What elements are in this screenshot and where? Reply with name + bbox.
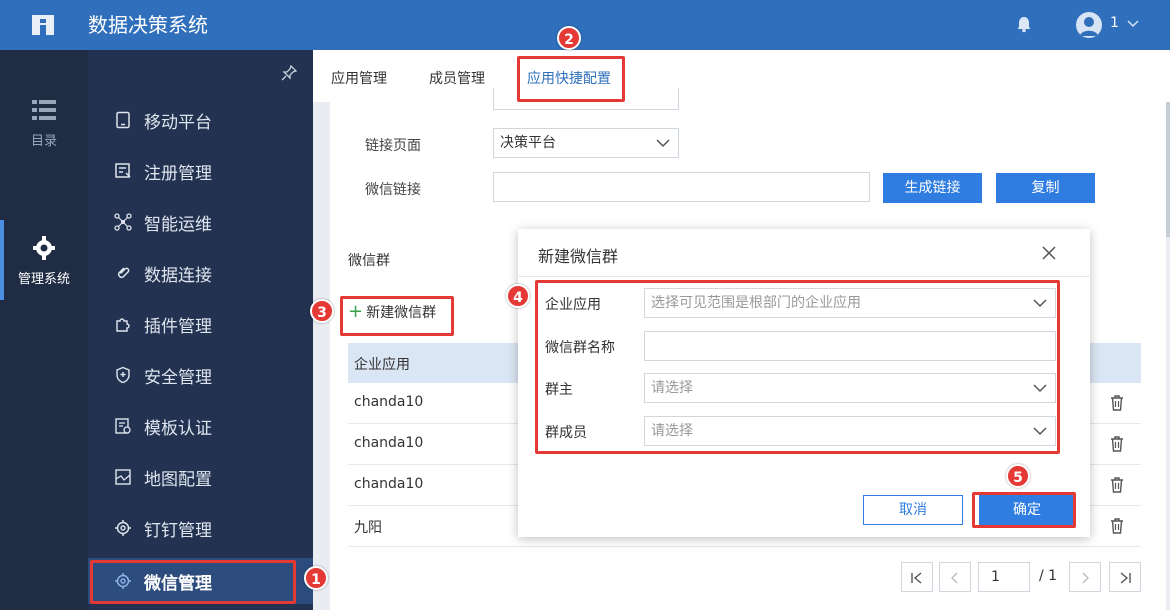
gear-icon	[115, 520, 131, 536]
first-page-button[interactable]	[901, 562, 933, 592]
sidebar-item-map-config[interactable]: 地图配置	[88, 454, 313, 500]
step-badge-5: 5	[1006, 464, 1030, 488]
current-page: 1	[991, 569, 1000, 585]
user-avatar-icon[interactable]	[1076, 12, 1102, 38]
sidebar-item-security[interactable]: 安全管理	[88, 352, 313, 398]
scrollbar[interactable]	[1166, 102, 1170, 237]
total-pages: / 1	[1039, 568, 1058, 584]
sidebar-item-dingtalk[interactable]: 钉钉管理	[88, 505, 313, 551]
trash-icon[interactable]	[1108, 476, 1126, 494]
pin-icon[interactable]	[280, 64, 298, 82]
tab-member-management[interactable]: 成员管理	[429, 68, 485, 88]
gear-icon	[33, 236, 55, 260]
sidebar-item-plugins[interactable]: 插件管理	[88, 301, 313, 347]
step-badge-3: 3	[310, 299, 334, 323]
chevron-down-icon	[656, 139, 670, 148]
wechat-link-field[interactable]	[493, 172, 870, 202]
sidebar-item-label: 地图配置	[144, 469, 212, 490]
top-bar: 数据决策系统 1	[0, 0, 1170, 50]
bell-icon[interactable]	[1015, 15, 1033, 33]
fine-logo-icon[interactable]	[30, 13, 56, 37]
sidebar-item-label: 插件管理	[144, 316, 212, 337]
link-page-select[interactable]: 决策平台	[493, 128, 679, 158]
tablet-icon	[116, 111, 130, 129]
step-badge-4: 4	[506, 284, 530, 308]
highlight-box-2	[517, 56, 625, 102]
tab-bar: 应用管理 成员管理 应用快捷配置	[313, 50, 1170, 102]
sidebar-item-label: 智能运维	[144, 214, 212, 235]
sidebar-item-register[interactable]: 注册管理	[88, 148, 313, 194]
rail-item-label: 目录	[30, 134, 57, 149]
cell-app: chanda10	[354, 476, 424, 492]
sidebar-item-label: 移动平台	[144, 112, 212, 133]
generate-link-button[interactable]: 生成链接	[883, 173, 982, 203]
column-enterprise-app: 企业应用	[354, 357, 410, 373]
dialog-title: 新建微信群	[538, 247, 619, 266]
trash-icon[interactable]	[1108, 394, 1126, 412]
link-page-value: 决策平台	[500, 135, 556, 151]
highlight-box-4	[535, 280, 1060, 454]
prev-page-button[interactable]	[939, 562, 971, 592]
cell-app: chanda10	[354, 435, 424, 451]
sidebar-item-template-cert[interactable]: 模板认证	[88, 403, 313, 449]
sidebar-item-label: 钉钉管理	[144, 520, 212, 541]
step-badge-2: 2	[557, 26, 581, 50]
link-page-label: 链接页面	[365, 138, 421, 154]
dialog-header: 新建微信群	[518, 229, 1090, 277]
sidebar-item-label: 模板认证	[144, 418, 212, 439]
sidebar-item-label: 安全管理	[144, 367, 212, 388]
copy-button[interactable]: 复制	[996, 173, 1095, 203]
trash-icon[interactable]	[1108, 435, 1126, 453]
chevron-left-icon	[951, 572, 958, 584]
chevron-down-icon[interactable]	[1126, 16, 1140, 30]
network-icon	[114, 213, 132, 231]
rail-item-admin[interactable]: 管理系统	[0, 220, 88, 300]
step-badge-1: 1	[304, 566, 328, 590]
sidebar-item-label: 注册管理	[144, 163, 212, 184]
left-rail: 目录 管理系统	[0, 50, 88, 610]
map-icon	[115, 469, 131, 485]
rail-item-label: 管理系统	[17, 272, 70, 287]
user-name[interactable]: 1	[1110, 15, 1119, 31]
wechat-group-title: 微信群	[348, 253, 390, 269]
highlight-box-1	[90, 560, 296, 604]
shield-icon	[116, 366, 130, 384]
close-icon[interactable]	[1042, 246, 1056, 260]
next-page-button[interactable]	[1069, 562, 1101, 592]
tab-app-management[interactable]: 应用管理	[331, 68, 387, 88]
last-page-icon	[1120, 572, 1131, 584]
page-input[interactable]: 1	[978, 562, 1030, 592]
template-icon	[115, 418, 131, 434]
highlight-box-5	[972, 492, 1076, 528]
trash-icon[interactable]	[1108, 517, 1126, 535]
last-page-button[interactable]	[1109, 562, 1141, 592]
rail-item-catalog[interactable]: 目录	[0, 98, 88, 149]
link-icon	[117, 267, 130, 279]
list-icon	[32, 100, 56, 120]
sidebar-item-ops[interactable]: 智能运维	[88, 199, 313, 245]
chevron-right-icon	[1082, 572, 1089, 584]
wechat-link-label: 微信链接	[365, 182, 421, 198]
cell-app: chanda10	[354, 394, 424, 410]
cell-app: 九阳	[354, 520, 382, 536]
first-page-icon	[911, 572, 922, 584]
app-title: 数据决策系统	[88, 13, 208, 37]
highlight-box-3	[340, 296, 454, 336]
cancel-button[interactable]: 取消	[863, 495, 963, 525]
sidebar-item-data-connection[interactable]: 数据连接	[88, 250, 313, 296]
puzzle-icon	[116, 318, 130, 332]
sidebar: 移动平台 注册管理 智能运维 数据连接 插件管理 安全管理 模板认证 地图配置 …	[88, 50, 313, 610]
sidebar-item-mobile-platform[interactable]: 移动平台	[88, 97, 313, 143]
sidebar-item-label: 数据连接	[144, 265, 212, 286]
register-icon	[115, 163, 131, 178]
